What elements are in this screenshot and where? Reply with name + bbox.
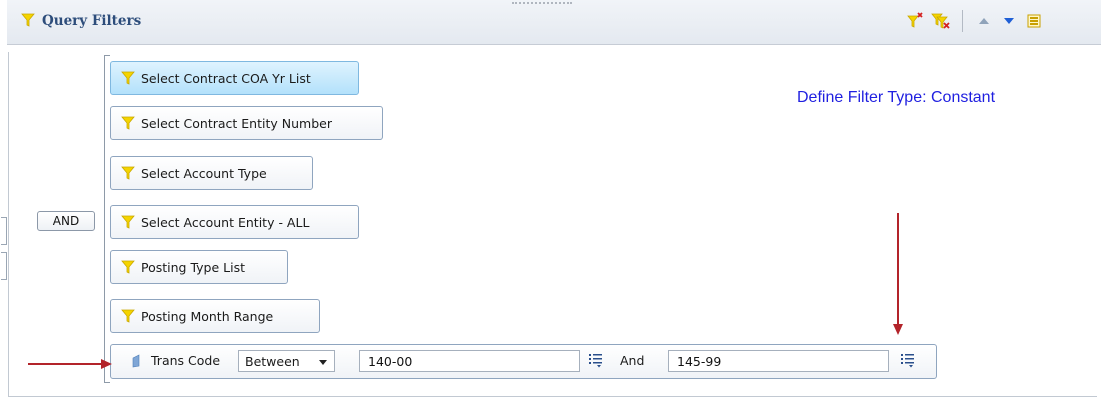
arrow-to-list-options	[893, 213, 903, 335]
annotation-arrows	[28, 213, 903, 369]
arrow-to-trans-code	[28, 359, 112, 369]
